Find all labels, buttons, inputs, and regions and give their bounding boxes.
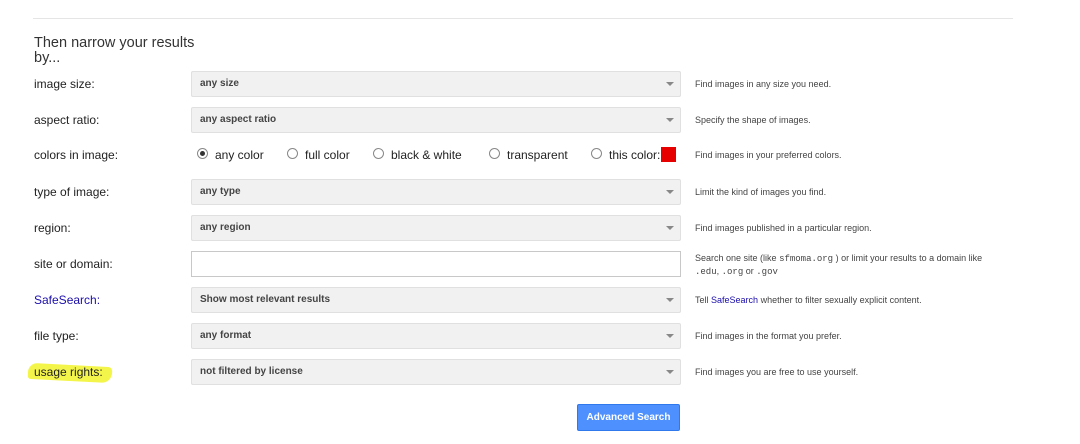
radio-any-color-label: any color xyxy=(215,148,264,162)
safesearch-link[interactable]: SafeSearch: xyxy=(34,287,100,313)
row-type: type of image: any type Limit the kind o… xyxy=(0,179,1080,205)
usage-rights-highlight-wrap: usage rights: xyxy=(27,362,113,384)
chevron-down-icon xyxy=(666,118,674,122)
safesearch-help-text-a: Tell xyxy=(695,295,709,305)
radio-button-icon xyxy=(591,148,602,159)
site-help-domain-edu: .edu xyxy=(695,267,717,277)
radio-button-checked-icon xyxy=(197,148,208,159)
radio-transparent-label: transparent xyxy=(507,148,568,162)
safesearch-help: Tell SafeSearch whether to filter sexual… xyxy=(695,287,922,313)
image-size-label: image size: xyxy=(34,77,95,91)
radio-this-color-label: this color: xyxy=(609,148,661,162)
row-colors: colors in image: any color full color bl… xyxy=(0,142,1080,168)
site-help-text-b: ) or limit your results to a domain like xyxy=(835,253,983,263)
radio-full-color-label: full color xyxy=(305,148,350,162)
usage-rights-help: Find images you are free to use yourself… xyxy=(695,367,859,377)
safesearch-help-link[interactable]: SafeSearch xyxy=(711,295,758,305)
chevron-down-icon xyxy=(666,82,674,86)
chevron-down-icon xyxy=(666,226,674,230)
site-help-or: or xyxy=(745,266,754,276)
row-region: region: any region Find images published… xyxy=(0,215,1080,241)
image-size-select[interactable]: any size xyxy=(191,71,681,97)
site-input[interactable] xyxy=(191,251,681,277)
type-label: type of image: xyxy=(34,185,110,199)
section-heading: Then narrow your results by... xyxy=(34,35,195,66)
region-help: Find images published in a particular re… xyxy=(695,223,872,233)
radio-button-icon xyxy=(489,148,500,159)
image-size-value: any size xyxy=(200,78,239,89)
advanced-search-button[interactable]: Advanced Search xyxy=(577,404,680,431)
chevron-down-icon xyxy=(666,370,674,374)
radio-button-icon xyxy=(287,148,298,159)
row-image-size: image size: any size Find images in any … xyxy=(0,71,1080,97)
region-label: region: xyxy=(34,221,71,235)
aspect-ratio-help: Specify the shape of images. xyxy=(695,115,811,125)
site-label: site or domain: xyxy=(34,257,113,271)
top-divider xyxy=(33,18,1013,19)
chevron-down-icon xyxy=(666,298,674,302)
row-safesearch: SafeSearch: Show most relevant results T… xyxy=(0,287,1080,313)
file-type-label: file type: xyxy=(34,329,79,343)
chevron-down-icon xyxy=(666,190,674,194)
site-help-example: sfmoma.org xyxy=(779,254,834,264)
aspect-ratio-label: aspect ratio: xyxy=(34,113,100,127)
chevron-down-icon xyxy=(666,334,674,338)
safesearch-value: Show most relevant results xyxy=(200,294,331,305)
region-select[interactable]: any region xyxy=(191,215,681,241)
file-type-select[interactable]: any format xyxy=(191,323,681,349)
type-select[interactable]: any type xyxy=(191,179,681,205)
file-type-help: Find images in the format you prefer. xyxy=(695,331,842,341)
region-value: any region xyxy=(200,222,251,233)
colors-label: colors in image: xyxy=(34,148,119,162)
usage-rights-value: not filtered by license xyxy=(200,366,303,377)
usage-rights-label: usage rights: xyxy=(34,365,103,379)
aspect-ratio-select[interactable]: any aspect ratio xyxy=(191,107,681,133)
colors-help: Find images in your preferred colors. xyxy=(695,150,842,160)
site-help-domain-gov: .gov xyxy=(756,267,778,277)
site-help: Search one site (like sfmoma.org ) or li… xyxy=(695,253,983,277)
image-size-help: Find images in any size you need. xyxy=(695,79,832,89)
color-swatch[interactable] xyxy=(661,147,676,162)
radio-button-icon xyxy=(373,148,384,159)
row-site: site or domain: Search one site (like sf… xyxy=(0,251,1080,277)
radio-black-white-label: black & white xyxy=(391,148,462,162)
row-usage-rights: usage rights: not filtered by license Fi… xyxy=(0,359,1080,385)
safesearch-help-text-b: whether to filter sexually explicit cont… xyxy=(760,295,922,305)
type-help: Limit the kind of images you find. xyxy=(695,187,827,197)
usage-rights-select[interactable]: not filtered by license xyxy=(191,359,681,385)
row-file-type: file type: any format Find images in the… xyxy=(0,323,1080,349)
site-help-text-a: Search one site (like xyxy=(695,253,777,263)
safesearch-select[interactable]: Show most relevant results xyxy=(191,287,681,313)
aspect-ratio-value: any aspect ratio xyxy=(200,114,277,125)
site-help-domain-org: .org xyxy=(721,267,744,277)
type-value: any type xyxy=(200,186,241,197)
row-aspect-ratio: aspect ratio: any aspect ratio Specify t… xyxy=(0,107,1080,133)
file-type-value: any format xyxy=(200,330,252,341)
